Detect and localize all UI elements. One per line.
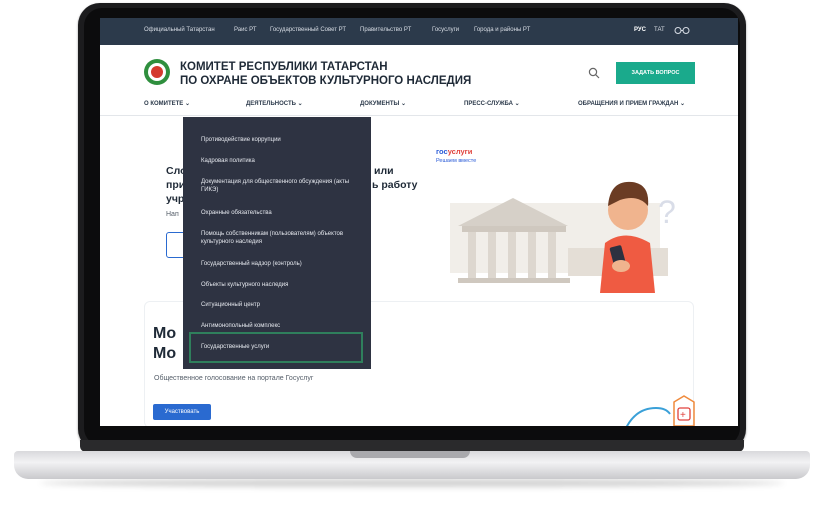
nav-about[interactable]: О КОМИТЕТЕ ⌄ (144, 100, 190, 107)
lang-tat[interactable]: ТАТ (654, 27, 665, 33)
laptop-screen: Официальный Татарстан Раис РТ Государств… (100, 18, 738, 426)
nav-press[interactable]: ПРЕСС-СЛУЖБА ⌄ (464, 100, 520, 107)
laptop-notch (350, 451, 470, 458)
nav-label: ОБРАЩЕНИЯ И ПРИЕМ ГРАЖДАН (578, 101, 679, 107)
building-base (458, 278, 570, 283)
laptop-shadow (40, 479, 784, 487)
building-column (508, 232, 516, 280)
person-hand (612, 260, 630, 272)
nav-label: ДОКУМЕНТЫ (360, 101, 400, 107)
topbar-link[interactable]: Раис РТ (234, 27, 257, 33)
card-title: Мо (153, 325, 177, 342)
card-title: Мо (153, 345, 177, 362)
logo-emblem-icon (151, 66, 163, 78)
ask-question-button[interactable]: ЗАДАТЬ ВОПРОС (616, 62, 695, 84)
gosuslugi-tagline: Решаем вместе (436, 158, 477, 164)
hero-text: Нап (166, 211, 179, 218)
gosuslugi-part: гос (436, 147, 448, 156)
menu-item-owner-assistance[interactable]: Помощь собственникам (пользователям) объ… (201, 230, 361, 246)
building-column (488, 232, 496, 280)
question-mark-icon: ? (658, 194, 676, 230)
building-column (528, 232, 536, 280)
topbar-link[interactable]: Города и районы РТ (474, 27, 530, 33)
nav-divider (100, 115, 738, 116)
nav-documents[interactable]: ДОКУМЕНТЫ ⌄ (360, 100, 406, 107)
accessibility-glasses-icon[interactable] (674, 26, 690, 35)
participate-button[interactable]: Участвовать (153, 404, 211, 420)
decor-arc-icon (626, 406, 671, 426)
topbar-link[interactable]: Государственный Совет РТ (270, 27, 346, 33)
decor-plus-icon: + (680, 410, 686, 421)
menu-item-state-supervision[interactable]: Государственный надзор (контроль) (201, 260, 361, 268)
menu-item-protection-obligations[interactable]: Охранные обязательства (201, 209, 361, 217)
menu-item-anticorruption[interactable]: Противодействие коррупции (201, 136, 361, 144)
topbar-link[interactable]: Официальный Татарстан (144, 27, 215, 33)
gosuslugi-part: услуги (447, 147, 473, 156)
hero-text: ь работу (372, 179, 418, 191)
top-bar: Официальный Татарстан Раис РТ Государств… (100, 18, 738, 45)
lang-ru[interactable]: РУС (634, 27, 646, 33)
org-title-line2: ПО ОХРАНЕ ОБЪЕКТОВ КУЛЬТУРНОГО НАСЛЕДИЯ (180, 75, 472, 87)
menu-item-situation-center[interactable]: Ситуационный центр (201, 301, 361, 309)
card-decor-icons: + (626, 395, 695, 426)
org-title-line1: КОМИТЕТ РЕСПУБЛИКИ ТАТАРСТАН (180, 61, 388, 73)
card-subtitle: Общественное голосование на портале Госу… (154, 375, 314, 382)
menu-item-public-discussion-docs[interactable]: Документация для общественного обсуждени… (201, 178, 361, 194)
building-cornice (462, 226, 566, 232)
building-column (468, 232, 476, 280)
nav-appeals[interactable]: ОБРАЩЕНИЯ И ПРИЕМ ГРАЖДАН ⌄ (578, 100, 685, 107)
menu-item-antimonopoly[interactable]: Антимонопольный комплекс (201, 322, 361, 330)
nav-label: ПРЕСС-СЛУЖБА (464, 101, 513, 107)
search-icon[interactable] (588, 67, 600, 79)
nav-label: ДЕЯТЕЛЬНОСТЬ (246, 101, 296, 107)
nav-activity[interactable]: ДЕЯТЕЛЬНОСТЬ ⌄ (246, 100, 303, 107)
building-column (548, 232, 556, 280)
menu-item-highlight (189, 332, 363, 363)
menu-item-hr-policy[interactable]: Кадровая политика (201, 157, 361, 165)
topbar-link[interactable]: Правительство РТ (360, 27, 411, 33)
topbar-link[interactable]: Госуслуги (432, 27, 459, 33)
nav-label: О КОМИТЕТЕ (144, 101, 184, 107)
menu-item-heritage-objects[interactable]: Объекты культурного наследия (201, 281, 361, 289)
hero-text: или (374, 165, 394, 177)
hero-text: учр (166, 193, 185, 205)
gosuslugi-logo: госуслуги (436, 147, 472, 156)
hero-illustration: ? (450, 181, 676, 293)
